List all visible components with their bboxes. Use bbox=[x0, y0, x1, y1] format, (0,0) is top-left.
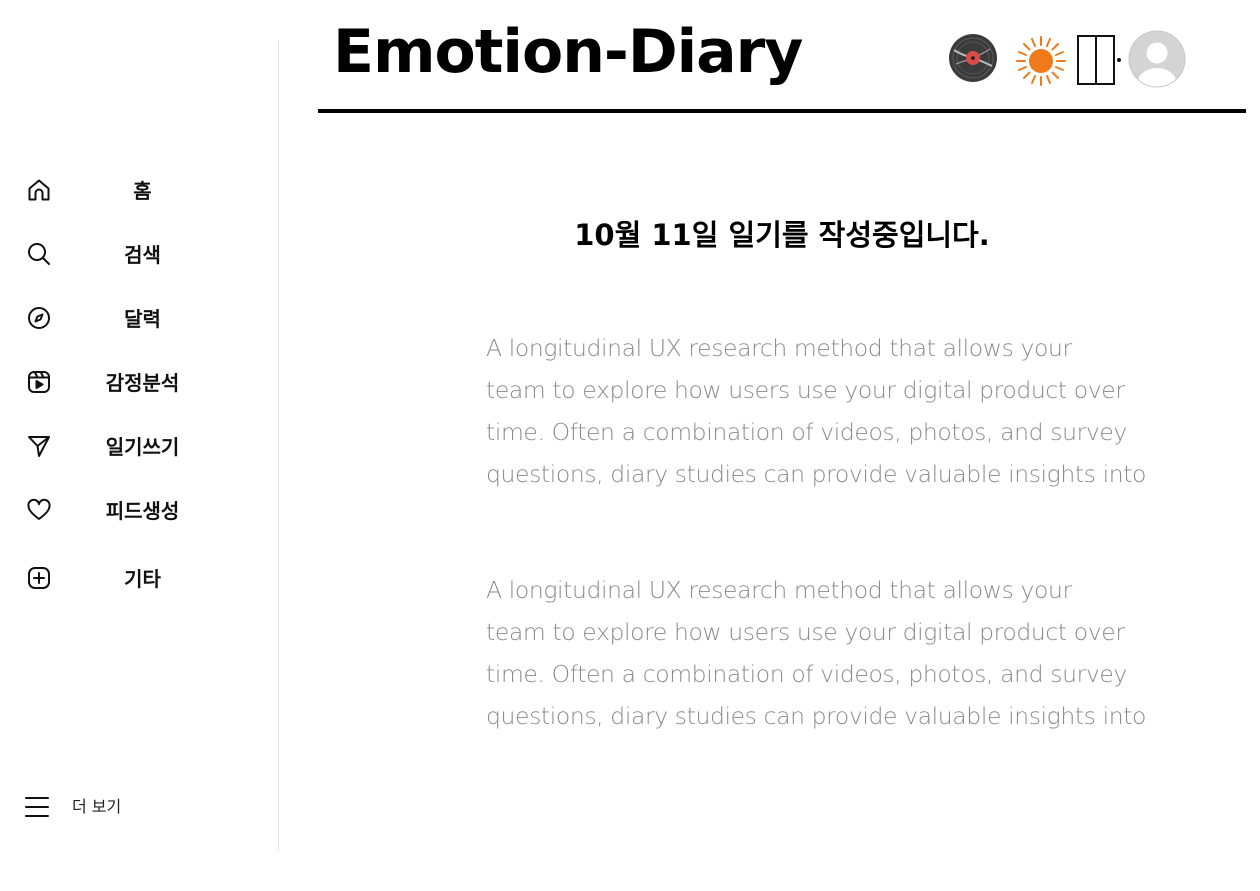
more-label: 더 보기 bbox=[72, 797, 122, 816]
sidebar-item-label: 달력 bbox=[124, 307, 161, 331]
plus-square-icon bbox=[25, 564, 53, 592]
search-icon bbox=[25, 240, 53, 268]
sidebar-item-label: 감정분석 bbox=[105, 371, 180, 395]
sidebar-item-label: 기타 bbox=[124, 567, 161, 591]
header-divider bbox=[318, 109, 1246, 113]
profile-avatar-icon[interactable] bbox=[1128, 30, 1186, 88]
diary-entry-line: time. Often a combination of videos, pho… bbox=[486, 418, 1127, 446]
diary-entry-line: questions, diary studies can provide val… bbox=[486, 702, 1147, 730]
diary-entry-line: team to explore how users use your digit… bbox=[486, 618, 1125, 646]
video-play-icon bbox=[25, 368, 53, 396]
sidebar-item-home[interactable]: 홈 bbox=[0, 166, 278, 214]
vinyl-record-icon[interactable] bbox=[948, 33, 998, 83]
sidebar-item-write-diary[interactable]: 일기쓰기 bbox=[0, 422, 278, 470]
sidebar-item-create-feed[interactable]: 피드생성 bbox=[0, 486, 278, 534]
sidebar-item-calendar[interactable]: 달력 bbox=[0, 294, 278, 342]
sidebar: 홈 검색 달력 감정분석 일기쓰기 피드생성 기타 더 보기 bbox=[0, 0, 278, 891]
page: 홈 검색 달력 감정분석 일기쓰기 피드생성 기타 더 보기 Emotion-D… bbox=[0, 0, 1260, 891]
sidebar-item-label: 검색 bbox=[124, 243, 161, 267]
sidebar-item-search[interactable]: 검색 bbox=[0, 230, 278, 278]
diary-entry-line: questions, diary studies can provide val… bbox=[486, 460, 1147, 488]
sidebar-item-etc[interactable]: 기타 bbox=[0, 554, 278, 602]
home-icon bbox=[25, 176, 53, 204]
more-button[interactable]: 더 보기 bbox=[22, 790, 172, 824]
diary-entry-text[interactable]: A longitudinal UX research method that a… bbox=[486, 327, 1166, 495]
sidebar-item-label: 일기쓰기 bbox=[105, 435, 180, 459]
compass-icon bbox=[25, 304, 53, 332]
split-panel-icon[interactable] bbox=[1076, 34, 1124, 86]
page-title: 10월 11일 일기를 작성중입니다. bbox=[574, 218, 990, 252]
app-title: Emotion-Diary bbox=[333, 17, 803, 87]
send-icon bbox=[25, 432, 53, 460]
sidebar-item-emotion-analysis[interactable]: 감정분석 bbox=[0, 358, 278, 406]
heart-icon bbox=[25, 496, 53, 524]
sidebar-item-label: 홈 bbox=[133, 179, 152, 203]
sidebar-divider bbox=[278, 40, 279, 852]
diary-entry-line: A longitudinal UX research method that a… bbox=[486, 576, 1072, 604]
diary-entry-line: time. Often a combination of videos, pho… bbox=[486, 660, 1127, 688]
sun-icon[interactable] bbox=[1014, 35, 1068, 87]
diary-entry-line: A longitudinal UX research method that a… bbox=[486, 334, 1072, 362]
diary-entry-text[interactable]: A longitudinal UX research method that a… bbox=[486, 569, 1166, 737]
sidebar-item-label: 피드생성 bbox=[105, 499, 180, 523]
diary-entry-line: team to explore how users use your digit… bbox=[486, 376, 1125, 404]
menu-icon bbox=[22, 792, 52, 822]
